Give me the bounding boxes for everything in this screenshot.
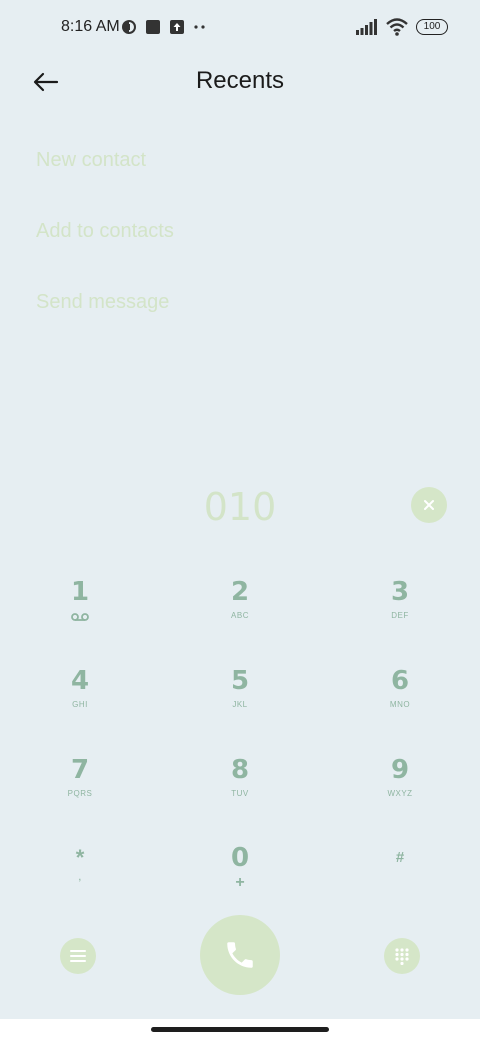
key-5[interactable]: 5 JKL	[180, 664, 300, 744]
key-2[interactable]: 2 ABC	[180, 575, 300, 655]
key-letters: GHI	[72, 700, 88, 709]
status-time: 8:16 AM	[61, 18, 120, 35]
navigation-bar	[0, 1019, 480, 1040]
battery-icon: 100	[416, 19, 448, 35]
key-digit: #	[395, 849, 405, 866]
call-button[interactable]	[200, 915, 280, 995]
voicemail-icon	[71, 613, 89, 621]
dialer-action-menu: New contact Add to contacts Send message	[36, 140, 174, 353]
dialpad-toggle-button[interactable]	[384, 938, 420, 974]
menu-button[interactable]	[60, 938, 96, 974]
key-letters: +	[235, 874, 245, 891]
key-digit: 0	[230, 843, 250, 873]
key-digit: 5	[230, 666, 250, 696]
wifi-icon	[386, 18, 408, 36]
home-indicator[interactable]	[151, 1027, 329, 1032]
key-3[interactable]: 3 DEF	[340, 575, 460, 655]
dialer-bottom-bar	[0, 915, 480, 995]
key-7[interactable]: 7 PQRS	[20, 753, 140, 833]
square-notification-icon	[146, 20, 160, 34]
dialed-number: 010	[203, 485, 277, 529]
key-1[interactable]: 1	[20, 575, 140, 655]
key-hash[interactable]: #	[340, 841, 460, 921]
clear-button[interactable]	[411, 487, 447, 523]
key-letters: JKL	[232, 700, 248, 709]
key-9[interactable]: 9 WXYZ	[340, 753, 460, 833]
status-notification-icons	[121, 19, 207, 35]
key-digit: 1	[70, 577, 90, 607]
menu-lines-icon	[70, 950, 86, 962]
key-digit: 9	[390, 755, 410, 785]
key-digit: 4	[70, 666, 90, 696]
key-digit: 6	[390, 666, 410, 696]
key-letters: DEF	[391, 611, 409, 620]
status-system-icons: 100	[356, 18, 448, 36]
key-letters: ,	[78, 869, 82, 883]
phone-icon	[227, 942, 253, 968]
key-letters: MNO	[389, 700, 411, 709]
new-contact-option[interactable]: New contact	[36, 140, 174, 211]
status-bar: 8:16 AM 100	[0, 0, 480, 56]
more-dots-icon	[194, 25, 205, 29]
upload-icon	[170, 20, 184, 34]
key-0[interactable]: 0 +	[180, 841, 300, 921]
add-to-contacts-option[interactable]: Add to contacts	[36, 211, 174, 282]
key-8[interactable]: 8 TUV	[180, 753, 300, 833]
key-letters: WXYZ	[387, 789, 413, 798]
vpn-icon	[122, 20, 136, 34]
send-message-option[interactable]: Send message	[36, 282, 174, 353]
key-digit: 7	[70, 755, 90, 785]
key-letters: ABC	[231, 611, 249, 620]
key-star[interactable]: * ,	[20, 841, 140, 921]
key-digit: 3	[390, 577, 410, 607]
close-icon	[424, 500, 434, 510]
signal-icon	[356, 19, 377, 35]
key-letters: TUV	[231, 789, 249, 798]
page-title: Recents	[195, 67, 285, 94]
key-6[interactable]: 6 MNO	[340, 664, 460, 744]
key-4[interactable]: 4 GHI	[20, 664, 140, 744]
key-letters: PQRS	[67, 789, 93, 798]
app-bar: Recents	[0, 56, 480, 108]
dialpad-icon	[395, 948, 409, 965]
key-digit: 8	[230, 755, 250, 785]
key-digit: 2	[230, 577, 250, 607]
